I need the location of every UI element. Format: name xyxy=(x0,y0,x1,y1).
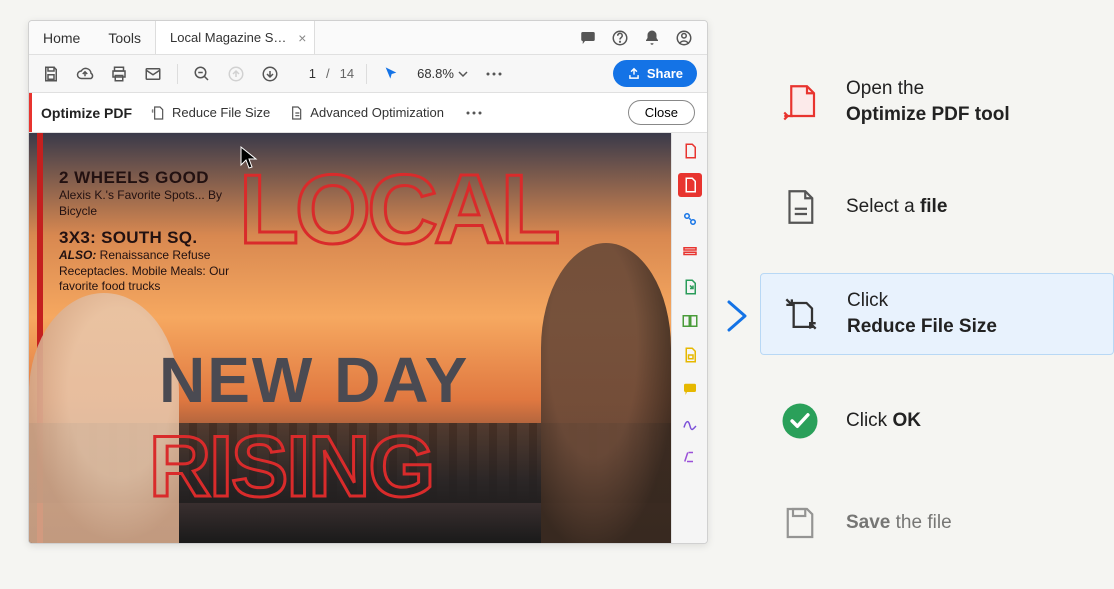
save-file-icon xyxy=(778,501,822,545)
more-options-icon[interactable] xyxy=(462,101,486,125)
mag-newday: NEW DAY xyxy=(159,343,469,417)
step-text: Save the file xyxy=(846,510,952,536)
reduce-file-size-icon xyxy=(779,292,823,336)
advanced-label: Advanced Optimization xyxy=(310,105,444,120)
page-down-icon[interactable] xyxy=(258,62,282,86)
pointer-icon[interactable] xyxy=(379,62,403,86)
advanced-optimization-button[interactable]: Advanced Optimization xyxy=(288,105,444,121)
share-icon xyxy=(627,67,641,81)
topbar-left: Home Tools Local Magazine S… × xyxy=(29,21,315,54)
email-icon[interactable] xyxy=(141,62,165,86)
rail-export-icon[interactable] xyxy=(678,275,702,299)
file-icon xyxy=(778,185,822,229)
page-up-icon[interactable] xyxy=(224,62,248,86)
mag-headline-1: 2 WHEELS GOOD xyxy=(59,168,209,188)
t: OK xyxy=(892,410,921,431)
reduce-label: Reduce File Size xyxy=(172,105,270,120)
mag-rising: RISING xyxy=(149,418,433,517)
t: Reduce File Size xyxy=(847,316,997,337)
step-text: Open the Optimize PDF tool xyxy=(846,76,1010,127)
separator xyxy=(366,64,367,84)
document-area: LOCAL 2 WHEELS GOOD Alexis K.'s Favorite… xyxy=(29,133,707,543)
step-text: Select a file xyxy=(846,194,947,220)
tools-tab[interactable]: Tools xyxy=(94,21,155,54)
zoom-value: 68.8% xyxy=(417,66,454,81)
share-label: Share xyxy=(647,66,683,81)
optimize-toolbar: Optimize PDF Reduce File Size Advanced O… xyxy=(29,93,707,133)
advanced-icon xyxy=(288,105,304,121)
page-total: 14 xyxy=(340,66,354,81)
top-bar: Home Tools Local Magazine S… × xyxy=(29,21,707,55)
steps-panel: Open the Optimize PDF tool Select a file… xyxy=(760,62,1114,589)
checkmark-icon xyxy=(778,399,822,443)
profile-icon[interactable] xyxy=(675,29,693,47)
page-number-input[interactable] xyxy=(292,66,316,81)
reduce-file-size-button[interactable]: Reduce File Size xyxy=(150,105,270,121)
rail-edit-pdf-icon[interactable] xyxy=(678,207,702,231)
rail-create-pdf-icon[interactable] xyxy=(678,139,702,163)
save-icon[interactable] xyxy=(39,62,63,86)
document-tab-label: Local Magazine S… xyxy=(170,30,286,45)
cloud-upload-icon[interactable] xyxy=(73,62,97,86)
document-tab[interactable]: Local Magazine S… × xyxy=(155,21,315,54)
right-tools-rail xyxy=(671,133,707,543)
optimize-pdf-label: Optimize PDF xyxy=(41,105,132,121)
home-tab[interactable]: Home xyxy=(29,21,94,54)
step-click-ok: Click OK xyxy=(760,385,1114,457)
mag-sub-1: Alexis K.'s Favorite Spots... By Bicycle xyxy=(59,188,229,219)
reduce-icon xyxy=(150,105,166,121)
t: Optimize PDF tool xyxy=(846,104,1010,125)
optimize-pdf-icon xyxy=(778,80,822,124)
step-text: Click OK xyxy=(846,408,921,434)
close-button[interactable]: Close xyxy=(628,100,695,125)
chevron-down-icon xyxy=(458,69,468,79)
document-view[interactable]: LOCAL 2 WHEELS GOOD Alexis K.'s Favorite… xyxy=(29,133,671,543)
step-open-optimize: Open the Optimize PDF tool xyxy=(760,62,1114,141)
step-text: Click Reduce File Size xyxy=(847,288,997,339)
t: Save xyxy=(846,512,890,533)
rail-sign-icon[interactable] xyxy=(678,411,702,435)
t: file xyxy=(920,196,947,217)
rail-protect-icon[interactable] xyxy=(678,343,702,367)
magazine-title: LOCAL xyxy=(239,153,557,266)
more-icon[interactable] xyxy=(482,62,506,86)
zoom-out-icon[interactable] xyxy=(190,62,214,86)
rail-optimize-pdf-icon[interactable] xyxy=(678,173,702,197)
mag-sub-2: ALSO: Renaissance Refuse Receptacles. Mo… xyxy=(59,248,239,295)
step-select-file: Select a file xyxy=(760,171,1114,243)
magazine-page: LOCAL 2 WHEELS GOOD Alexis K.'s Favorite… xyxy=(29,133,671,543)
rail-combine-icon[interactable] xyxy=(678,309,702,333)
topbar-right xyxy=(579,29,707,47)
rail-redact-icon[interactable] xyxy=(678,445,702,469)
zoom-level[interactable]: 68.8% xyxy=(413,64,472,83)
acrobat-window: Home Tools Local Magazine S… × / 14 68.8 xyxy=(28,20,708,544)
share-button[interactable]: Share xyxy=(613,60,697,87)
arrow-indicator-icon xyxy=(723,296,753,336)
mag-also: ALSO: xyxy=(59,248,96,262)
rail-organize-icon[interactable] xyxy=(678,241,702,265)
t: Click xyxy=(847,290,888,311)
print-icon[interactable] xyxy=(107,62,131,86)
comment-icon[interactable] xyxy=(579,29,597,47)
t: Select a xyxy=(846,196,920,217)
t: the file xyxy=(890,512,951,533)
t: Click xyxy=(846,410,892,431)
help-icon[interactable] xyxy=(611,29,629,47)
main-toolbar: / 14 68.8% Share xyxy=(29,55,707,93)
step-reduce-file-size: Click Reduce File Size xyxy=(760,273,1114,354)
step-save-file: Save the file xyxy=(760,487,1114,559)
separator xyxy=(177,64,178,84)
close-tab-icon[interactable]: × xyxy=(298,30,306,46)
person-right xyxy=(541,243,671,543)
mag-headline-2: 3X3: SOUTH SQ. xyxy=(59,228,197,248)
t: Open the xyxy=(846,78,924,99)
bell-icon[interactable] xyxy=(643,29,661,47)
page-separator: / xyxy=(326,66,330,81)
rail-comment-icon[interactable] xyxy=(678,377,702,401)
